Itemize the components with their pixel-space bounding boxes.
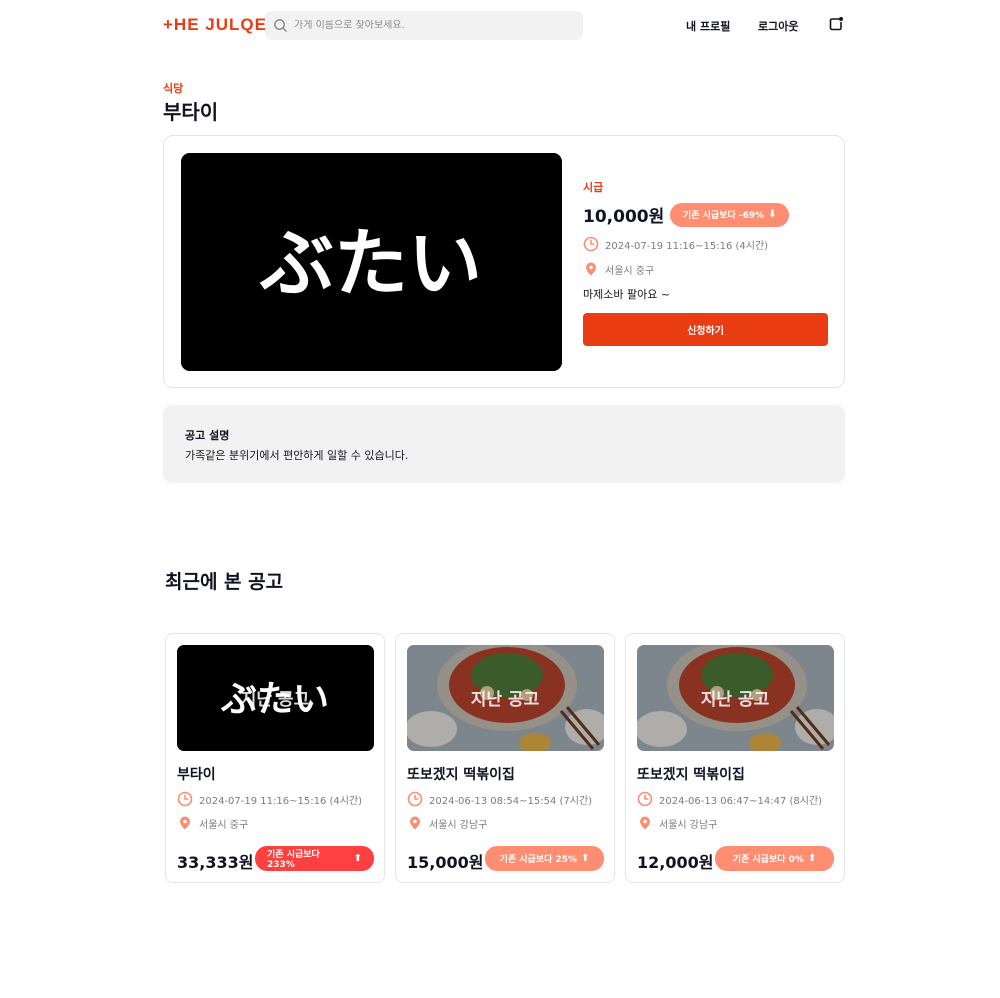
- tteokbokki-photo: 지난 공고: [637, 645, 834, 751]
- card-location: 서울시 중구: [177, 815, 248, 831]
- notice-time: 2024-07-19 11:16~15:16 (4시간): [583, 236, 828, 252]
- tteokbokki-photo: 지난 공고: [407, 645, 604, 751]
- search-icon: [274, 19, 287, 32]
- past-notice-overlay: 지난 공고: [701, 690, 770, 710]
- notice-location-text: 서울시 중구: [605, 265, 655, 277]
- card-badge-text: 기존 시급보다 233%: [267, 850, 320, 870]
- notice-detail-card: ぶたい 시급 10,000원 기존 시급보다 -69% ⬇ 2024-07-19…: [163, 135, 845, 388]
- card-location-text: 서울시 강남구: [659, 819, 718, 831]
- shop-category: 식당: [163, 82, 184, 95]
- card-wage-badge: 기존 시급보다 25% ⬆: [485, 846, 604, 871]
- recent-notices-title: 최근에 본 공고: [165, 571, 284, 593]
- search-bar[interactable]: [265, 11, 583, 40]
- arrow-up-icon: ⬆: [807, 853, 817, 864]
- card-wage: 12,000원: [637, 853, 714, 872]
- recent-notice-card[interactable]: 지난 공고 또보겠지 떡볶이집 2024-06-13 08:54~15:54 (…: [395, 633, 615, 883]
- recent-notice-card[interactable]: 지난 공고 또보겠지 떡볶이집 2024-06-13 06:47~14:47 (…: [625, 633, 845, 883]
- arrow-down-icon: ⬇: [768, 209, 777, 220]
- logo-text: +HE JULQE: [163, 15, 267, 34]
- notice-short-description: 마제소바 팔아요 ~: [583, 288, 671, 301]
- card-time-text: 2024-06-13 06:47~14:47 (8시간): [659, 795, 823, 807]
- card-time: 2024-06-13 08:54~15:54 (7시간): [407, 791, 592, 807]
- card-time: 2024-06-13 06:47~14:47 (8시간): [637, 791, 822, 807]
- location-pin-icon: [410, 816, 420, 830]
- card-location: 서울시 강남구: [407, 815, 487, 831]
- card-shop-name: 또보겠지 떡볶이집: [407, 767, 515, 783]
- card-time-text: 2024-06-13 08:54~15:54 (7시간): [429, 795, 593, 807]
- clock-icon: [177, 791, 193, 807]
- description-title: 공고 설명: [185, 429, 230, 442]
- notice-location: 서울시 중구: [583, 261, 828, 277]
- apply-button[interactable]: 신청하기: [583, 313, 828, 346]
- card-location-text: 서울시 중구: [199, 819, 249, 831]
- card-shop-name: 부타이: [177, 767, 216, 783]
- arrow-up-icon: ⬆: [353, 853, 362, 864]
- clock-icon: [637, 791, 653, 807]
- location-pin-icon: [180, 816, 190, 830]
- card-badge-text: 기존 시급보다 25%: [499, 855, 578, 865]
- wage-compare-badge: 기존 시급보다 -69% ⬇: [670, 202, 790, 227]
- shop-logo-image: ぶたい: [181, 153, 562, 371]
- clock-icon: [583, 236, 599, 252]
- shop-logo-text: ぶたい: [259, 221, 482, 307]
- notification-icon[interactable]: [828, 16, 844, 32]
- notice-info: 시급 10,000원 기존 시급보다 -69% ⬇ 2024-07-19 11:…: [583, 179, 828, 346]
- card-wage-badge: 기존 시급보다 0% ⬆: [715, 846, 834, 871]
- notice-time-text: 2024-07-19 11:16~15:16 (4시간): [605, 240, 769, 252]
- card-wage-badge: 기존 시급보다 233% ⬆: [255, 846, 374, 871]
- arrow-up-icon: ⬆: [581, 853, 590, 864]
- shop-name: 부타이: [163, 100, 219, 124]
- past-notice-overlay: 지난 공고: [241, 690, 310, 710]
- card-time: 2024-07-19 11:16~15:16 (4시간): [177, 791, 362, 807]
- clock-icon: [407, 791, 423, 807]
- card-time-text: 2024-07-19 11:16~15:16 (4시간): [199, 795, 363, 807]
- card-wage: 15,000원: [407, 853, 484, 872]
- notice-description-box: 공고 설명 가족같은 분위기에서 편안하게 일할 수 있습니다.: [163, 405, 845, 483]
- shop-logo-image: ぶたい 지난 공고: [177, 645, 374, 751]
- card-location: 서울시 강남구: [637, 815, 717, 831]
- card-image: ぶたい 지난 공고: [177, 645, 374, 751]
- logo[interactable]: +HE JULQE: [163, 14, 267, 36]
- location-pin-icon: [640, 816, 650, 830]
- card-wage: 33,333원: [177, 853, 254, 872]
- top-navbar: +HE JULQE 내 프로필 로그아웃: [0, 0, 1000, 50]
- nav-my-profile[interactable]: 내 프로필: [686, 18, 730, 34]
- recent-notice-card[interactable]: ぶたい 지난 공고 부타이 2024-07-19 11:16~15:16 (4시…: [165, 633, 385, 883]
- wage-value: 10,000원: [583, 207, 665, 227]
- wage-row: 10,000원 기존 시급보다 -69% ⬇: [583, 202, 828, 227]
- card-badge-text: 기존 시급보다 0%: [732, 855, 804, 865]
- card-image: 지난 공고: [637, 645, 834, 751]
- card-location-text: 서울시 강남구: [429, 819, 488, 831]
- description-text: 가족같은 분위기에서 편안하게 일할 수 있습니다.: [185, 449, 409, 462]
- shop-image: ぶたい: [181, 153, 562, 371]
- wage-label: 시급: [583, 181, 604, 194]
- nav-logout[interactable]: 로그아웃: [758, 18, 798, 34]
- search-input[interactable]: [294, 20, 564, 31]
- wage-compare-text: 기존 시급보다 -69%: [682, 211, 765, 221]
- location-pin-icon: [586, 262, 596, 276]
- card-image: 지난 공고: [407, 645, 604, 751]
- card-shop-name: 또보겠지 떡볶이집: [637, 767, 745, 783]
- past-notice-overlay: 지난 공고: [471, 690, 540, 710]
